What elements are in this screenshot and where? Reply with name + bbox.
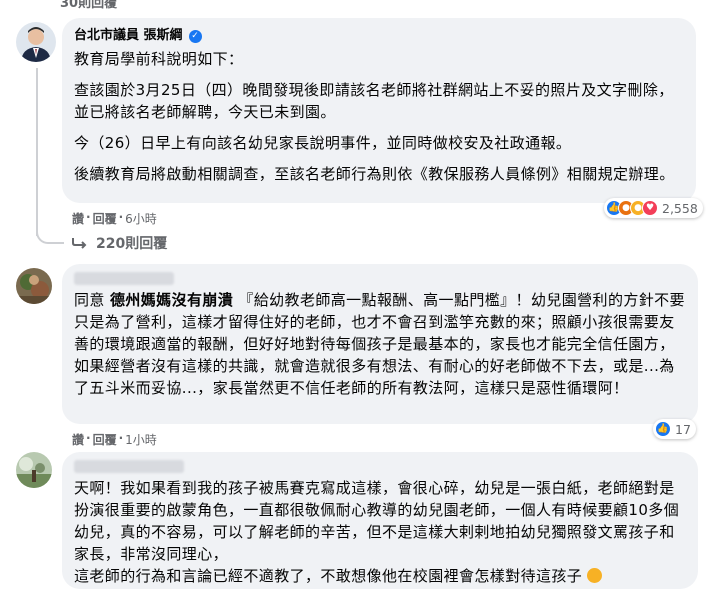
comment-paragraph: 今（26）日早上有向該名幼兒家長說明事件，並同時做校安及社政通報。: [74, 134, 572, 152]
sad-face-emoji-icon: [587, 568, 603, 583]
comment-actions: 讚 · 回覆 · 1小時: [72, 431, 157, 448]
comment-timestamp[interactable]: 6小時: [125, 210, 157, 227]
comment-paragraph: 後續教育局將啟動相關調查，至該名老師行為則依《教保服務人員條例》相關規定辦理。: [74, 165, 675, 183]
comment-text: 同意 德州媽媽沒有崩潰 『給幼教老師高一點報酬、高一點門檻』！幼兒園營利的方針不…: [74, 291, 685, 397]
comment-bubble: 台北市議員 張斯綱 ✓ 教育局學前科說明如下： 查該園於3月25日（四）晚間發現…: [62, 18, 696, 203]
love-icon: ♥: [642, 200, 658, 216]
comment-timestamp[interactable]: 1小時: [125, 431, 157, 448]
comment-author-name[interactable]: 台北市議員 張斯綱: [74, 27, 183, 45]
author-avatar[interactable]: [16, 22, 56, 62]
reply-button[interactable]: 回覆: [93, 431, 117, 448]
comment-bubble: 天啊！我如果看到我的孩子被馬賽克寫成這樣，會很心碎，幼兒是一張白紙，老師絕對是扮…: [62, 452, 698, 589]
like-icon: 👍: [655, 421, 671, 437]
comment-paragraph: 查該園於3月25日（四）晚間發現後即請該名老師將社群網站上不妥的照片及文字刪除，…: [74, 81, 674, 121]
like-button[interactable]: 讚: [72, 431, 84, 448]
replies-count-label: 220則回覆: [96, 236, 168, 252]
commenter-avatar[interactable]: [16, 452, 52, 488]
previous-replies-link-partial[interactable]: 30則回覆: [60, 0, 117, 11]
reaction-count: 2,558: [662, 200, 698, 216]
thread-curve: [36, 222, 64, 244]
verified-badge-icon: ✓: [188, 29, 202, 43]
reply-arrow-icon: [72, 238, 87, 249]
comment-actions: 讚 · 回覆 · 6小時: [72, 210, 157, 227]
commenter-avatar[interactable]: [16, 268, 52, 304]
view-replies-link[interactable]: 220則回覆: [72, 233, 167, 253]
like-button[interactable]: 讚: [72, 210, 84, 227]
thread-line: [36, 68, 38, 236]
tagged-profile-link[interactable]: 德州媽媽沒有崩潰: [110, 291, 233, 309]
comment-paragraph: 教育局學前科說明如下：: [74, 50, 244, 68]
comment-paragraph: 這老師的行為和言論已經不適教了，不敢想像他在校園裡會怎樣對待這孩子: [74, 565, 686, 587]
hidden-author-name: [74, 272, 174, 285]
reaction-summary[interactable]: 👍 ● ● ♥ 2,558: [604, 198, 703, 218]
comment-bubble: 同意 德州媽媽沒有崩潰 『給幼教老師高一點報酬、高一點門檻』！幼兒園營利的方針不…: [62, 264, 698, 424]
reaction-count: 17: [675, 421, 691, 437]
hidden-author-name: [74, 460, 184, 473]
comment-paragraph: 天啊！我如果看到我的孩子被馬賽克寫成這樣，會很心碎，幼兒是一張白紙，老師絕對是扮…: [74, 479, 680, 563]
reaction-summary[interactable]: 👍 17: [653, 419, 696, 439]
reply-button[interactable]: 回覆: [93, 210, 117, 227]
